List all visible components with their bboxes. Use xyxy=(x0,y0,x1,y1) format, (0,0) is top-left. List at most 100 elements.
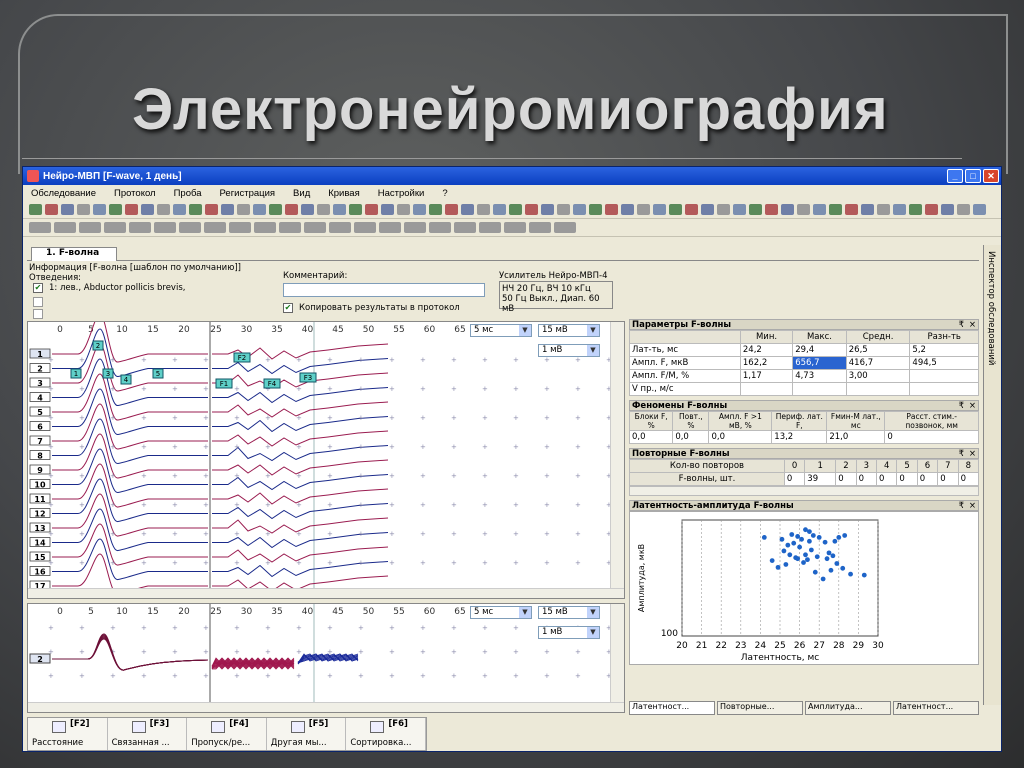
f-wave-traces-plot[interactable]: 0 5 10 15 20 25 30 35 40 45 50 55 60 65 1 2 3 4 5 6 7 8 9 10 11 1… xyxy=(27,313,625,599)
curve-tool-icon[interactable] xyxy=(129,222,151,233)
toolbar-button-icon[interactable] xyxy=(589,204,602,215)
superimposed-horizontal-scrollbar[interactable] xyxy=(28,702,624,712)
curve-tool-icon[interactable] xyxy=(204,222,226,233)
params-cell[interactable] xyxy=(909,369,979,383)
curve-tool-icon[interactable] xyxy=(554,222,576,233)
params-cell[interactable] xyxy=(845,382,911,396)
toolbar-button-icon[interactable] xyxy=(893,204,906,215)
other-muscle-button[interactable]: [F5] Другая мы... xyxy=(267,718,347,750)
curve-tool-icon[interactable] xyxy=(279,222,301,233)
toolbar-button-icon[interactable] xyxy=(653,204,666,215)
params-cell[interactable]: 1,17 xyxy=(739,369,794,383)
toolbar-button-icon[interactable] xyxy=(957,204,970,215)
tab-latency[interactable]: Латентност... xyxy=(629,701,715,715)
skip-button[interactable]: [F4] Пропуск/ре... xyxy=(187,718,267,750)
curve-tool-icon[interactable] xyxy=(29,222,51,233)
curve-tool-icon[interactable] xyxy=(379,222,401,233)
curve-tool-icon[interactable] xyxy=(229,222,251,233)
linked-button[interactable]: [F3] Связанная ... xyxy=(108,718,188,750)
toolbar-button-icon[interactable] xyxy=(701,204,714,215)
menu-item-recording[interactable]: Регистрация xyxy=(220,188,276,199)
repeats-cell[interactable]: 0 xyxy=(855,472,878,486)
curve-tool-icon[interactable] xyxy=(304,222,326,233)
toolbar-button-icon[interactable] xyxy=(381,204,394,215)
toolbar-button-icon[interactable] xyxy=(221,204,234,215)
toolbar-button-icon[interactable] xyxy=(605,204,618,215)
curve-tool-icon[interactable] xyxy=(104,222,126,233)
params-cell[interactable] xyxy=(909,382,979,396)
toolbar-button-icon[interactable] xyxy=(45,204,58,215)
pin-icon[interactable]: ₹ xyxy=(959,401,964,411)
toolbar-button-icon[interactable] xyxy=(333,204,346,215)
phenomena-cell[interactable]: 0 xyxy=(884,430,979,444)
params-cell[interactable] xyxy=(739,382,794,396)
toolbar-button-icon[interactable] xyxy=(749,204,762,215)
toolbar-button-icon[interactable] xyxy=(61,204,74,215)
toolbar-button-icon[interactable] xyxy=(877,204,890,215)
toolbar-button-icon[interactable] xyxy=(685,204,698,215)
tab-repeated[interactable]: Повторные... xyxy=(717,701,803,715)
repeats-cell[interactable]: 0 xyxy=(957,472,980,486)
toolbar-button-icon[interactable] xyxy=(925,204,938,215)
curve-tool-icon[interactable] xyxy=(504,222,526,233)
tab-latency-2[interactable]: Латентност... xyxy=(893,701,979,715)
toolbar-button-icon[interactable] xyxy=(573,204,586,215)
toolbar-button-icon[interactable] xyxy=(397,204,410,215)
toolbar-button-icon[interactable] xyxy=(557,204,570,215)
tab-amplitude[interactable]: Амплитуда... xyxy=(805,701,891,715)
params-cell[interactable]: Ампл. F/M, % xyxy=(629,369,741,383)
repeats-cell[interactable]: 0 xyxy=(916,472,939,486)
phenomena-cell[interactable]: 13,2 xyxy=(771,430,828,444)
repeats-cell[interactable]: 0 xyxy=(783,472,806,486)
phenomena-cell[interactable]: 21,0 xyxy=(826,430,886,444)
params-cell[interactable]: 416,7 xyxy=(845,356,911,370)
curve-tool-icon[interactable] xyxy=(79,222,101,233)
curve-tool-icon[interactable] xyxy=(429,222,451,233)
curve-tool-icon[interactable] xyxy=(254,222,276,233)
toolbar-button-icon[interactable] xyxy=(429,204,442,215)
params-cell[interactable]: V пр., м/с xyxy=(629,382,741,396)
minimize-button[interactable]: _ xyxy=(947,169,963,183)
toolbar-button-icon[interactable] xyxy=(349,204,362,215)
traces-vertical-scrollbar[interactable] xyxy=(610,322,624,598)
toolbar-button-icon[interactable] xyxy=(493,204,506,215)
toolbar-button-icon[interactable] xyxy=(29,204,42,215)
menu-item-view[interactable]: Вид xyxy=(293,188,310,199)
toolbar-button-icon[interactable] xyxy=(93,204,106,215)
toolbar-button-icon[interactable] xyxy=(301,204,314,215)
curve-tool-icon[interactable] xyxy=(54,222,76,233)
toolbar-button-icon[interactable] xyxy=(525,204,538,215)
menu-item-test[interactable]: Проба xyxy=(174,188,202,199)
close-button[interactable]: ✕ xyxy=(983,169,999,183)
curve-tool-icon[interactable] xyxy=(479,222,501,233)
toolbar-button-icon[interactable] xyxy=(157,204,170,215)
sensitivity-left-dropdown-2[interactable]: 15 мВ xyxy=(538,606,600,619)
params-cell[interactable]: 24,2 xyxy=(739,343,794,357)
toolbar-button-icon[interactable] xyxy=(717,204,730,215)
toolbar-button-icon[interactable] xyxy=(973,204,986,215)
params-cell[interactable]: 5,2 xyxy=(909,343,979,357)
curve-tool-icon[interactable] xyxy=(454,222,476,233)
params-cell[interactable] xyxy=(792,382,847,396)
maximize-button[interactable]: □ xyxy=(965,169,981,183)
phenomena-cell[interactable]: 0,0 xyxy=(628,430,674,444)
curve-tool-icon[interactable] xyxy=(154,222,176,233)
toolbar-button-icon[interactable] xyxy=(285,204,298,215)
pin-icon[interactable]: ₹ xyxy=(959,449,964,459)
phenomena-cell[interactable]: 0,0 xyxy=(708,430,773,444)
sweep-dropdown-2[interactable]: 5 мс xyxy=(470,606,532,619)
toolbar-button-icon[interactable] xyxy=(365,204,378,215)
sort-button[interactable]: [F6] Сортировка... xyxy=(346,718,426,750)
window-titlebar[interactable]: Нейро-МВП [F-wave, 1 день] _ □ ✕ xyxy=(23,167,1001,185)
toolbar-button-icon[interactable] xyxy=(669,204,682,215)
toolbar-button-icon[interactable] xyxy=(941,204,954,215)
toolbar-button-icon[interactable] xyxy=(205,204,218,215)
inspector-side-tab[interactable]: Инспектор обследований xyxy=(983,245,1001,705)
superimposed-traces-plot[interactable]: 0 5 10 15 20 25 30 35 40 45 50 55 60 65 + + + + + + + + + + + + + +… xyxy=(27,603,625,713)
toolbar-button-icon[interactable] xyxy=(141,204,154,215)
close-panel-icon[interactable]: × xyxy=(969,320,976,330)
params-cell[interactable]: 29,4 xyxy=(792,343,847,357)
sweep-dropdown[interactable]: 5 мс xyxy=(470,324,532,337)
params-cell[interactable]: 162,2 xyxy=(739,356,794,370)
params-cell[interactable]: 4,73 xyxy=(792,369,847,383)
